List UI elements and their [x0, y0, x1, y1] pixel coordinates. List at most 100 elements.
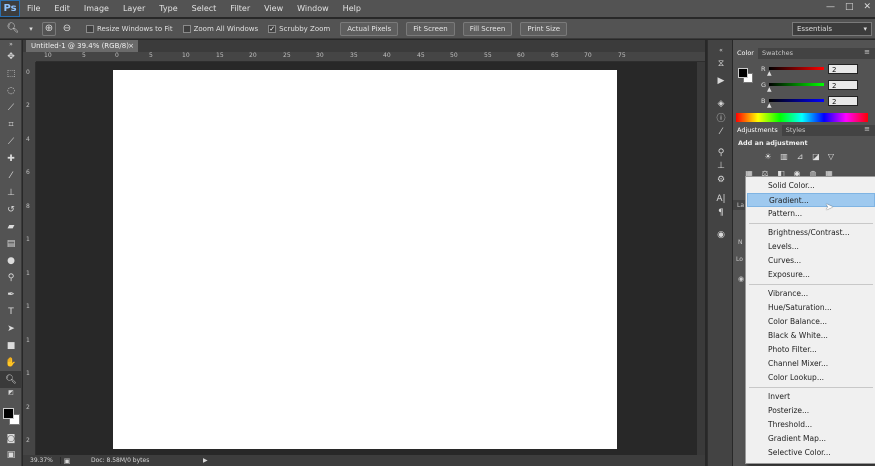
actual-pixels-button[interactable]: Actual Pixels — [340, 21, 399, 36]
3d-icon[interactable]: ◉ — [714, 229, 728, 241]
menu-item-selective-color[interactable]: Selective Color... — [747, 446, 875, 460]
brush-presets-icon[interactable]: ⚲ — [714, 147, 728, 159]
history-brush-tool-icon[interactable]: ↺ — [0, 201, 22, 218]
red-slider[interactable] — [769, 67, 824, 70]
document-tab[interactable]: Untitled-1 @ 39.4% (RGB/8) × — [26, 40, 138, 52]
zoom-level[interactable]: 39.37% — [23, 457, 61, 464]
green-slider[interactable] — [769, 83, 824, 86]
brush-icon[interactable]: ⁄ — [714, 126, 728, 138]
panel-menu-icon[interactable]: ≡ — [864, 48, 870, 56]
menu-item-gradient[interactable]: Gradient... — [747, 193, 875, 207]
slider-thumb-icon[interactable]: ▲ — [767, 102, 772, 109]
shape-tool-icon[interactable]: ■ — [0, 337, 22, 354]
tab-adjustments[interactable]: Adjustments — [733, 125, 782, 136]
menu-item-invert[interactable]: Invert — [747, 390, 875, 404]
menu-item-exposure[interactable]: Exposure... — [747, 268, 875, 282]
slider-thumb-icon[interactable]: ▲ — [767, 70, 772, 77]
menu-help[interactable]: Help — [336, 0, 368, 17]
foreground-color-swatch[interactable] — [3, 408, 14, 419]
close-icon[interactable]: ✕ — [863, 2, 871, 12]
type-tool-icon[interactable]: T — [0, 303, 22, 320]
chevron-right-icon[interactable]: ▶ — [203, 457, 208, 464]
menu-item-levels[interactable]: Levels... — [747, 240, 875, 254]
blue-slider[interactable] — [769, 99, 824, 102]
exposure-icon[interactable]: ◪ — [810, 151, 822, 161]
menu-item-gradient-map[interactable]: Gradient Map... — [747, 432, 875, 446]
menu-item-threshold[interactable]: Threshold... — [747, 418, 875, 432]
zoom-in-icon[interactable]: ⊕ — [42, 21, 56, 36]
zoom-out-icon[interactable]: ⊖ — [60, 22, 74, 36]
minimize-icon[interactable]: — — [826, 2, 835, 12]
tab-swatches[interactable]: Swatches — [758, 48, 797, 59]
document-canvas[interactable] — [113, 70, 617, 449]
workspace-select[interactable]: Essentials ▾ — [792, 22, 872, 36]
checkmark-icon[interactable]: ✓ — [268, 24, 277, 33]
zoom-all-windows-checkbox[interactable]: Zoom All Windows — [182, 24, 258, 33]
levels-icon[interactable]: ▥ — [778, 151, 790, 161]
share-icon[interactable]: ▣ — [61, 457, 73, 465]
menu-layer[interactable]: Layer — [116, 0, 152, 17]
brightness-contrast-icon[interactable]: ☀ — [762, 151, 774, 161]
curves-icon[interactable]: ⊿ — [794, 151, 806, 161]
history-icon[interactable]: ⧖ — [714, 58, 728, 70]
collapse-icon[interactable]: » — [0, 40, 22, 48]
menu-item-black-white[interactable]: Black & White... — [747, 329, 875, 343]
menu-item-color-lookup[interactable]: Color Lookup... — [747, 371, 875, 385]
scrubby-zoom-checkbox[interactable]: ✓ Scrubby Zoom — [268, 24, 330, 33]
pen-tool-icon[interactable]: ✒ — [0, 286, 22, 303]
menu-filter[interactable]: Filter — [223, 0, 257, 17]
menu-item-color-balance[interactable]: Color Balance... — [747, 315, 875, 329]
print-size-button[interactable]: Print Size — [520, 21, 568, 36]
character-icon[interactable]: A| — [714, 193, 728, 205]
vertical-scrollbar[interactable] — [697, 62, 705, 455]
slider-thumb-icon[interactable]: ▲ — [767, 86, 772, 93]
fill-screen-button[interactable]: Fill Screen — [462, 21, 513, 36]
quick-selection-tool-icon[interactable]: ⟋ — [0, 99, 22, 116]
close-icon[interactable]: × — [128, 40, 134, 52]
foreground-color-swatch[interactable] — [738, 68, 748, 78]
menu-window[interactable]: Window — [290, 0, 336, 17]
menu-item-photo-filter[interactable]: Photo Filter... — [747, 343, 875, 357]
fit-screen-button[interactable]: Fit Screen — [406, 21, 455, 36]
visibility-eye-icon[interactable]: ◉ — [738, 275, 744, 283]
crop-tool-icon[interactable]: ⌗ — [0, 116, 22, 133]
zoom-tool-icon[interactable]: 🔍︎ — [0, 371, 22, 388]
ruler-origin[interactable] — [23, 52, 36, 62]
color-spectrum[interactable] — [736, 113, 868, 122]
resize-windows-checkbox[interactable]: Resize Windows to Fit — [86, 24, 173, 33]
menu-item-curves[interactable]: Curves... — [747, 254, 875, 268]
menu-item-posterize[interactable]: Posterize... — [747, 404, 875, 418]
eyedropper-tool-icon[interactable]: ⟋ — [0, 133, 22, 150]
green-value-field[interactable]: 2 — [828, 80, 858, 90]
marquee-tool-icon[interactable]: ⬚ — [0, 65, 22, 82]
menu-edit[interactable]: Edit — [47, 0, 77, 17]
brush-tool-icon[interactable]: ⁄ — [0, 167, 22, 184]
path-selection-tool-icon[interactable]: ➤ — [0, 320, 22, 337]
zoom-tool-preset-icon[interactable]: 🔍︎ — [6, 22, 20, 36]
tool-presets-icon[interactable]: ⚙ — [714, 174, 728, 186]
menu-view[interactable]: View — [257, 0, 290, 17]
move-tool-icon[interactable]: ✥ — [0, 48, 22, 65]
gradient-tool-icon[interactable]: ▤ — [0, 235, 22, 252]
hand-tool-icon[interactable]: ✋ — [0, 354, 22, 371]
blur-tool-icon[interactable]: ● — [0, 252, 22, 269]
menu-item-channel-mixer[interactable]: Channel Mixer... — [747, 357, 875, 371]
actions-icon[interactable]: ▶ — [714, 75, 728, 87]
menu-item-vibrance[interactable]: Vibrance... — [747, 287, 875, 301]
eraser-tool-icon[interactable]: ▰ — [0, 218, 22, 235]
blue-value-field[interactable]: 2 — [828, 96, 858, 106]
screen-mode-icon[interactable]: ▣ — [0, 446, 22, 463]
menu-select[interactable]: Select — [185, 0, 224, 17]
menu-type[interactable]: Type — [152, 0, 184, 17]
menu-item-solid-color[interactable]: Solid Color... — [747, 179, 875, 193]
collapse-icon[interactable]: « — [714, 44, 728, 56]
menu-item-brightness-contrast[interactable]: Brightness/Contrast... — [747, 226, 875, 240]
vibrance-icon[interactable]: ▽ — [825, 151, 837, 161]
healing-brush-tool-icon[interactable]: ✚ — [0, 150, 22, 167]
chevron-down-icon[interactable]: ▾ — [24, 22, 38, 36]
menu-item-pattern[interactable]: Pattern... — [747, 207, 875, 221]
clone-stamp-tool-icon[interactable]: ⊥ — [0, 184, 22, 201]
dodge-tool-icon[interactable]: ⚲ — [0, 269, 22, 286]
info-icon[interactable]: ⓘ — [714, 111, 728, 124]
lasso-tool-icon[interactable]: ◌ — [0, 82, 22, 99]
